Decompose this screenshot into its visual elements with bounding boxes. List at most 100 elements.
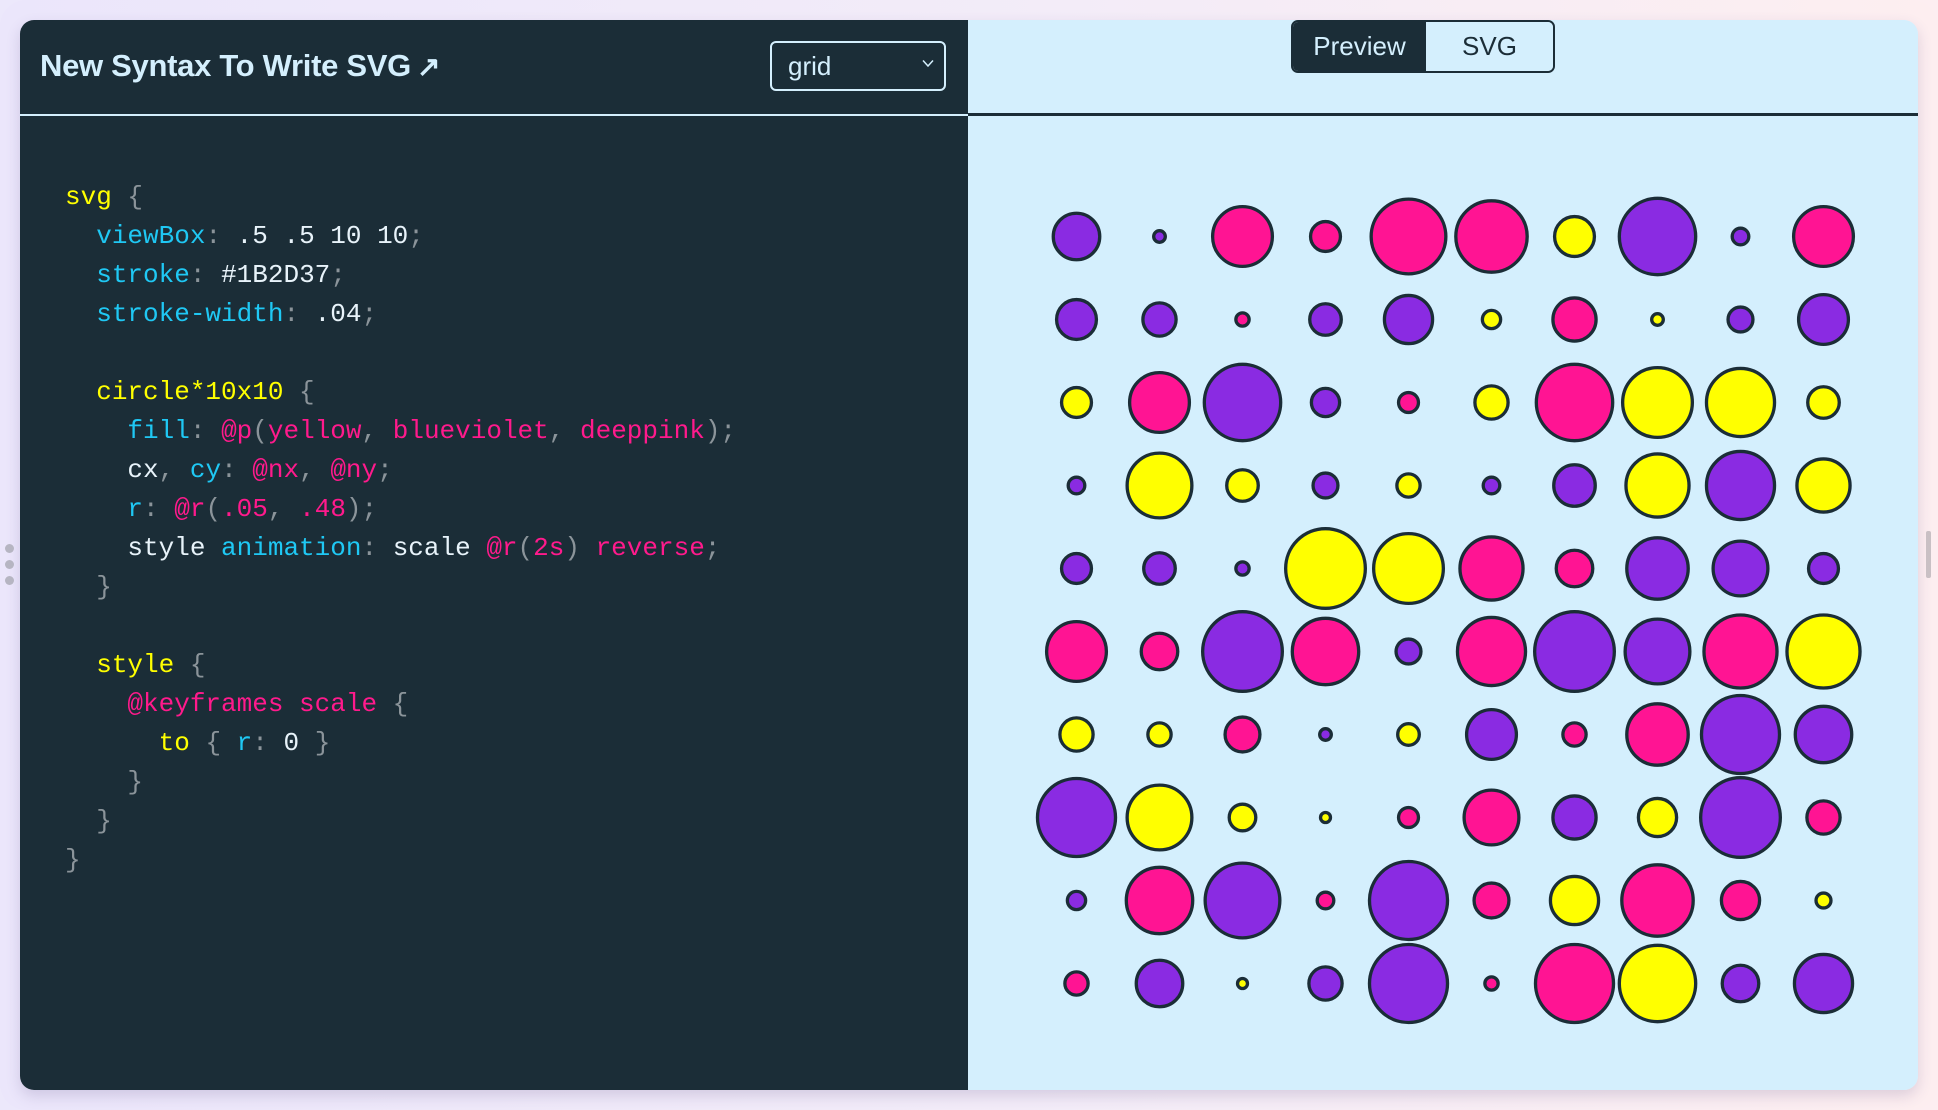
code-token: .05 (221, 494, 268, 524)
grid-circle (1623, 617, 1692, 686)
grid-circle (1227, 802, 1258, 833)
grid-circle (1146, 721, 1173, 748)
code-token: , (361, 416, 393, 446)
code-line: } (65, 802, 736, 841)
code-token: animation (221, 533, 362, 563)
code-token: svg (65, 182, 112, 212)
grid-circle (1318, 727, 1333, 742)
grid-circle (1290, 616, 1361, 687)
grid-circle (1534, 362, 1615, 443)
grid-circle (1805, 799, 1842, 836)
grid-circle (1395, 472, 1422, 499)
external-link-arrow-icon: ↗ (416, 50, 441, 82)
code-token: } (96, 572, 112, 602)
grid-circle (1480, 308, 1503, 331)
title-link[interactable]: New Syntax To Write SVG ↗ (40, 48, 440, 84)
grid-circle (1124, 865, 1195, 936)
code-editor[interactable]: svg { viewBox: .5 .5 10 10; stroke: #1B2… (65, 178, 736, 880)
grid-circle (1234, 311, 1251, 328)
code-line: } (65, 568, 736, 607)
code-token: viewBox (96, 221, 206, 251)
code-line: style { (65, 646, 736, 685)
grid-circle (1796, 292, 1851, 347)
code-token: { (174, 650, 206, 680)
grid-circle (1235, 976, 1250, 991)
grid-circle (1315, 890, 1336, 911)
tab-svg[interactable]: SVG (1426, 22, 1553, 71)
code-token: @nx (252, 455, 300, 485)
code-token: cy (189, 455, 222, 485)
grip-dot (5, 544, 14, 553)
example-select[interactable]: grid (770, 41, 946, 91)
code-token: ( (252, 416, 268, 446)
grid-circle (1203, 861, 1282, 940)
grid-circle (1382, 293, 1435, 346)
grid-circle (1620, 863, 1695, 938)
grid-circle (1318, 810, 1333, 825)
grid-circle (1063, 970, 1090, 997)
grid-circle (1720, 963, 1761, 1004)
grid-circle (1054, 297, 1099, 342)
grid-circle (1059, 551, 1094, 586)
grid-circle (1152, 229, 1167, 244)
code-token: } (299, 728, 331, 758)
code-token: .48 (299, 494, 346, 524)
grid-circle (1792, 952, 1855, 1015)
code-token: ) (564, 533, 596, 563)
code-token: ( (517, 533, 534, 563)
tab-preview[interactable]: Preview (1293, 22, 1426, 71)
grid-circle (1058, 716, 1095, 753)
code-token: r (127, 494, 144, 524)
code-line: svg { (65, 178, 736, 217)
grid-circle (1625, 536, 1690, 601)
code-token: ; (361, 299, 378, 329)
code-token: @p (221, 416, 253, 446)
grid-circle (1200, 609, 1284, 693)
code-token: : (361, 533, 393, 563)
resize-handle-right[interactable] (1926, 531, 1931, 578)
grid-circle (1730, 226, 1751, 247)
code-token: : (189, 416, 222, 446)
grid-circle (1225, 468, 1260, 503)
code-token: ; (408, 221, 424, 251)
grid-circle (1561, 721, 1588, 748)
grid-circle (1552, 214, 1597, 259)
grid-circle (1223, 715, 1262, 754)
grid-circle (1483, 975, 1500, 992)
code-token: , (267, 494, 300, 524)
code-token: deeppink (579, 416, 705, 446)
grid-circle (1704, 449, 1777, 522)
grid-circle (1134, 958, 1185, 1009)
code-token: style (96, 650, 175, 680)
code-token: ); (345, 494, 378, 524)
code-token: 2s (533, 533, 565, 563)
code-token: style (65, 533, 222, 563)
code-token: 0 (283, 728, 300, 758)
code-token: { (189, 728, 237, 758)
grid-circle (1806, 385, 1841, 420)
grid-circle (1035, 776, 1118, 859)
code-token: , (158, 455, 190, 485)
code-token: .5 .5 10 10 (236, 221, 409, 251)
resize-handle-left[interactable] (5, 544, 14, 592)
code-line: stroke-width: .04; (65, 295, 736, 334)
code-token: : (205, 221, 237, 251)
grid-circle (1699, 693, 1782, 776)
code-token: reverse (595, 533, 705, 563)
grid-circle (1719, 879, 1762, 922)
code-line: } (65, 841, 736, 880)
code-token: } (65, 845, 81, 875)
svg-preview (1035, 196, 1862, 1025)
grid-circle (1481, 475, 1502, 496)
code-token: cx (65, 455, 159, 485)
chevron-down-icon (922, 59, 934, 68)
code-line: @keyframes scale { (65, 685, 736, 724)
grid-circle (1394, 637, 1423, 666)
code-token: to (158, 728, 190, 758)
